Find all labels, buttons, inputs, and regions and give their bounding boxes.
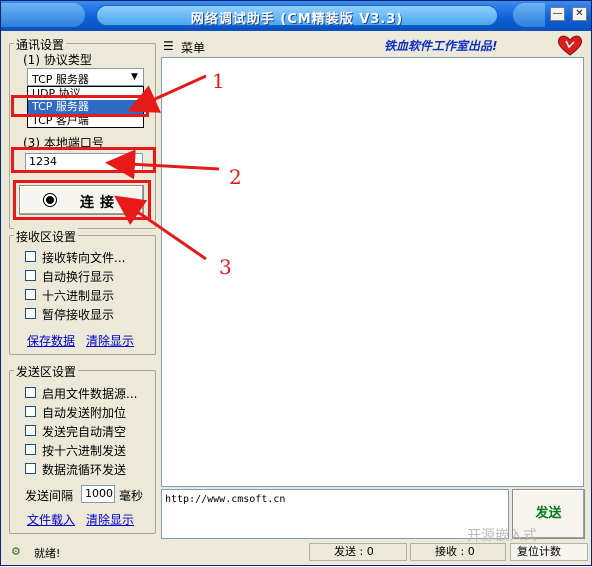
watermark-text: 开源嵌入式 (467, 528, 537, 544)
send-option-label: 数据流循环发送 (42, 463, 127, 477)
receive-option-label: 自动换行显示 (42, 270, 115, 284)
close-button[interactable]: ✕ (572, 7, 587, 21)
annotation-number-1: 1 (212, 69, 225, 93)
checkbox-hex-display[interactable] (25, 289, 36, 300)
status-icon: ⚙ (11, 545, 21, 558)
checkbox-loop-send[interactable] (25, 463, 36, 474)
title-right-decoration (513, 3, 545, 27)
checkbox-pause-receive[interactable] (25, 308, 36, 319)
status-ready: 就绪! (34, 547, 61, 560)
minimize-button[interactable]: — (550, 7, 565, 21)
send-option-label: 自动发送附加位 (42, 406, 127, 420)
save-data-link[interactable]: 保存数据 (27, 332, 75, 349)
protocol-label: (1) 协议类型 (23, 53, 92, 67)
send-count: 发送 : 0 (309, 543, 407, 561)
receive-option-label: 十六进制显示 (42, 289, 115, 303)
file-load-link[interactable]: 文件载入 (27, 511, 75, 528)
clear-send-link[interactable]: 清除显示 (86, 511, 134, 528)
send-option-label: 发送完自动清空 (42, 425, 127, 439)
send-option-label: 按十六进制发送 (42, 444, 127, 458)
receive-option-label: 接收转向文件... (42, 251, 126, 265)
clear-receive-link[interactable]: 清除显示 (86, 332, 134, 349)
checkbox-receive-to-file[interactable] (25, 251, 36, 262)
send-option-label: 启用文件数据源... (42, 387, 138, 401)
window-title: 网络调试助手 (CM精装版 V3.3) (190, 12, 404, 27)
recv-count: 接收 : 0 (410, 543, 506, 561)
menu-button[interactable]: 菜单 (181, 39, 205, 56)
send-interval-unit: 毫秒 (119, 489, 144, 503)
annotation-number-2: 2 (229, 165, 242, 189)
brand-text: 铁血软件工作室出品! (384, 39, 498, 53)
send-interval-label: 发送间隔 (25, 489, 74, 503)
chevron-down-icon[interactable]: ▼ (127, 70, 142, 84)
heart-logo-icon (557, 35, 583, 56)
checkbox-auto-wrap[interactable] (25, 270, 36, 281)
checkbox-auto-clear[interactable] (25, 425, 36, 436)
send-interval-input[interactable]: 1000 (81, 485, 115, 503)
title-bar[interactable]: 网络调试助手 (CM精装版 V3.3) — ✕ (1, 1, 591, 31)
title-left-decoration (1, 3, 85, 27)
menu-icon[interactable]: ☰ (163, 39, 174, 53)
checkbox-file-source[interactable] (25, 387, 36, 398)
checkbox-hex-send[interactable] (25, 444, 36, 455)
annotation-number-3: 3 (219, 255, 232, 279)
send-settings-title: 发送区设置 (14, 363, 79, 380)
receive-settings-title: 接收区设置 (14, 228, 79, 245)
title-pill: 网络调试助手 (CM精装版 V3.3) (96, 5, 498, 27)
annotation-box-2 (11, 147, 156, 173)
send-text-area[interactable]: http://www.cmsoft.cn (161, 489, 509, 539)
protocol-selected-value: TCP 服务器 (32, 73, 89, 86)
protocol-select[interactable]: TCP 服务器 ▼ (27, 68, 144, 86)
annotation-box-3 (13, 180, 151, 220)
reset-count-button[interactable]: 复位计数 (510, 543, 588, 561)
receive-option-label: 暂停接收显示 (42, 308, 115, 322)
annotation-box-1 (11, 95, 149, 117)
checkbox-auto-append[interactable] (25, 406, 36, 417)
app-window: 网络调试助手 (CM精装版 V3.3) — ✕ 通讯设置 (1) 协议类型 TC… (0, 0, 592, 566)
